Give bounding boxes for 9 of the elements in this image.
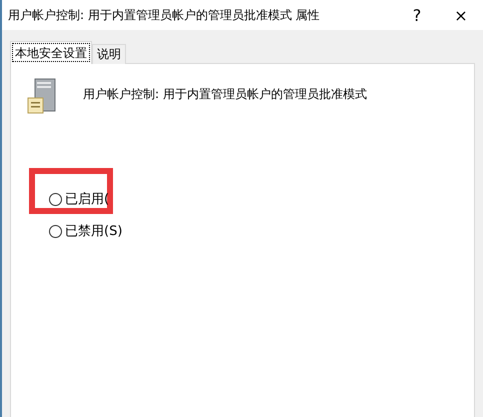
tab[interactable]: 本地安全设置 bbox=[10, 41, 92, 64]
radio-icon[interactable] bbox=[49, 192, 62, 206]
close-button[interactable]: × bbox=[439, 0, 483, 30]
tab[interactable]: 说明 bbox=[92, 44, 126, 64]
help-button[interactable]: ? bbox=[395, 0, 439, 30]
policy-name: 用户帐户控制: 用于内置管理员帐户的管理员批准模式 bbox=[83, 86, 367, 103]
radio-icon[interactable] bbox=[49, 224, 62, 238]
window-title: 用户帐户控制: 用于内置管理员帐户的管理员批准模式 属性 bbox=[8, 6, 321, 24]
radio-option[interactable]: 已禁用(S) bbox=[49, 222, 474, 240]
